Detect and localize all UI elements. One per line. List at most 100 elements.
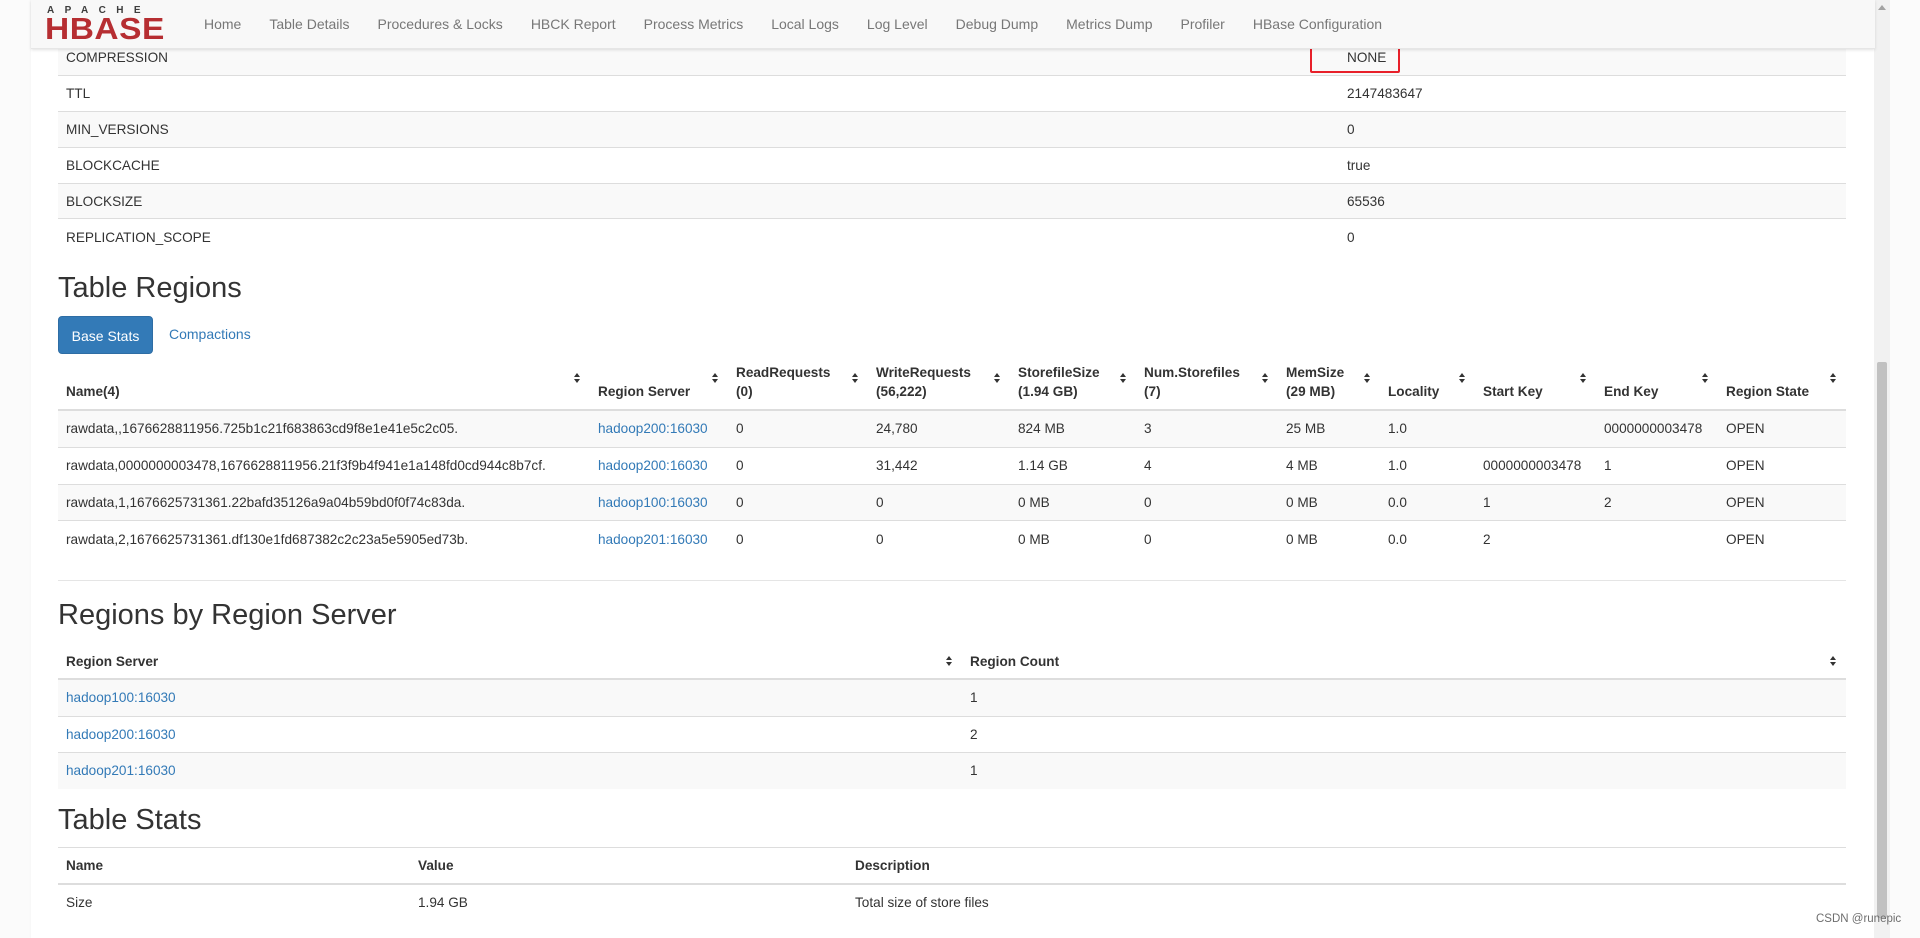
table-row: rawdata,1,1676625731361.22bafd35126a9a04… [58, 483, 1846, 521]
vertical-scrollbar[interactable] [1874, 0, 1890, 938]
region-name: rawdata,,1676628811956.725b1c21f683863cd… [58, 409, 590, 448]
column-header-num-storefiles[interactable]: Num.Storefiles (7) [1136, 360, 1278, 411]
region-server-link[interactable]: hadoop100:16030 [598, 495, 708, 510]
nav-log-level[interactable]: Log Level [867, 16, 928, 32]
scroll-up-arrow-icon[interactable] [1878, 5, 1886, 10]
column-header-region-count[interactable]: Region Count [962, 644, 1846, 680]
tab-compactions[interactable]: Compactions [169, 326, 251, 342]
sort-icon[interactable] [994, 373, 1002, 385]
table-row: BLOCKCACHE true [58, 147, 1846, 183]
read-requests: 0 [728, 483, 868, 521]
sort-icon[interactable] [852, 373, 860, 385]
table-row: hadoop201:16030 1 [58, 752, 1846, 789]
start-key: 1 [1475, 483, 1596, 521]
region-state: OPEN [1718, 483, 1846, 521]
nav-procedures-locks[interactable]: Procedures & Locks [378, 16, 503, 32]
column-header-end-key[interactable]: End Key [1596, 360, 1718, 411]
property-name: BLOCKCACHE [66, 157, 160, 173]
nav-menu: Home Table Details Procedures & Locks HB… [204, 0, 1410, 48]
column-header-read-requests[interactable]: ReadRequests (0) [728, 360, 868, 411]
region-count: 2 [962, 715, 1846, 753]
table-row: hadoop200:16030 2 [58, 715, 1846, 753]
write-requests: 0 [868, 520, 1010, 558]
region-server-link[interactable]: hadoop200:16030 [598, 421, 708, 436]
sort-icon[interactable] [1702, 373, 1710, 385]
storefile-size: 1.14 GB [1010, 446, 1136, 485]
nav-home[interactable]: Home [204, 16, 241, 32]
stat-value: 1.94 GB [418, 895, 468, 910]
region-server-link[interactable]: hadoop201:16030 [66, 763, 176, 778]
logo-hbase-text: HBASE [45, 11, 165, 46]
column-header-description: Description [847, 847, 1846, 885]
tab-base-stats[interactable]: Base Stats [58, 316, 153, 354]
sort-icon[interactable] [1459, 373, 1467, 385]
region-state: OPEN [1718, 409, 1846, 448]
column-header-start-key[interactable]: Start Key [1475, 360, 1596, 411]
nav-profiler[interactable]: Profiler [1181, 16, 1225, 32]
sort-icon[interactable] [574, 373, 582, 385]
region-server-link[interactable]: hadoop200:16030 [66, 727, 176, 742]
table-row: hadoop100:16030 1 [58, 678, 1846, 717]
storefile-size: 0 MB [1010, 483, 1136, 521]
nav-metrics-dump[interactable]: Metrics Dump [1066, 16, 1152, 32]
property-name: REPLICATION_SCOPE [66, 229, 211, 245]
stat-description: Total size of store files [855, 895, 989, 910]
sort-icon[interactable] [712, 373, 720, 385]
column-family-properties-table: COMPRESSION NONE TTL 2147483647 MIN_VERS… [58, 40, 1846, 255]
sort-icon[interactable] [1364, 373, 1372, 385]
nav-process-metrics[interactable]: Process Metrics [644, 16, 744, 32]
column-header-storefile-size[interactable]: StorefileSize (1.94 GB) [1010, 360, 1136, 411]
num-storefiles: 0 [1136, 483, 1278, 521]
sort-icon[interactable] [1262, 373, 1270, 385]
locality: 0.0 [1380, 483, 1475, 521]
read-requests: 0 [728, 520, 868, 558]
mem-size: 4 MB [1278, 446, 1380, 485]
mem-size: 25 MB [1278, 409, 1380, 448]
sort-icon[interactable] [946, 656, 954, 668]
end-key: 1 [1596, 446, 1718, 485]
sort-icon[interactable] [1830, 656, 1838, 668]
region-server-link[interactable]: hadoop200:16030 [598, 458, 708, 473]
end-key [1596, 520, 1718, 558]
property-value: 0 [1347, 121, 1355, 137]
nav-hbase-configuration[interactable]: HBase Configuration [1253, 16, 1382, 32]
column-header-region-server[interactable]: Region Server [58, 644, 962, 680]
table-regions-heading: Table Regions [58, 272, 242, 304]
regions-by-server-heading: Regions by Region Server [58, 599, 397, 631]
mem-size: 0 MB [1278, 483, 1380, 521]
column-header-region-server[interactable]: Region Server [590, 360, 728, 411]
column-header-region-state[interactable]: Region State [1718, 360, 1846, 411]
region-state: OPEN [1718, 520, 1846, 558]
nav-table-details[interactable]: Table Details [269, 16, 349, 32]
table-stats-table: Name Value Description Size 1.94 GB Tota… [58, 847, 1846, 920]
read-requests: 0 [728, 446, 868, 485]
sort-icon[interactable] [1580, 373, 1588, 385]
table-header-row: Region Server Region Count [58, 644, 1846, 680]
nav-local-logs[interactable]: Local Logs [771, 16, 839, 32]
num-storefiles: 3 [1136, 409, 1278, 448]
top-navbar: APACHE HBASE Home Table Details Procedur… [31, 0, 1875, 49]
write-requests: 24,780 [868, 409, 1010, 448]
nav-debug-dump[interactable]: Debug Dump [956, 16, 1039, 32]
hbase-logo[interactable]: APACHE HBASE [45, 5, 181, 46]
locality: 1.0 [1380, 446, 1475, 485]
storefile-size: 0 MB [1010, 520, 1136, 558]
table-row: REPLICATION_SCOPE 0 [58, 218, 1846, 255]
nav-hbck-report[interactable]: HBCK Report [531, 16, 616, 32]
region-name: rawdata,2,1676625731361.df130e1fd687382c… [58, 520, 590, 558]
table-row: rawdata,2,1676625731361.df130e1fd687382c… [58, 520, 1846, 558]
column-header-name[interactable]: Name(4) [58, 360, 590, 411]
scrollbar-thumb[interactable] [1877, 362, 1887, 918]
table-header-row: Name(4) Region Server ReadRequests (0) Wr… [58, 360, 1846, 411]
sort-icon[interactable] [1120, 373, 1128, 385]
region-server-link[interactable]: hadoop201:16030 [598, 532, 708, 547]
region-server-link[interactable]: hadoop100:16030 [66, 690, 176, 705]
column-header-name: Name [58, 847, 410, 885]
locality: 1.0 [1380, 409, 1475, 448]
read-requests: 0 [728, 409, 868, 448]
region-name: rawdata,0000000003478,1676628811956.21f3… [58, 446, 590, 485]
sort-icon[interactable] [1830, 373, 1838, 385]
column-header-write-requests[interactable]: WriteRequests (56,222) [868, 360, 1010, 411]
column-header-mem-size[interactable]: MemSize (29 MB) [1278, 360, 1380, 411]
column-header-locality[interactable]: Locality [1380, 360, 1475, 411]
